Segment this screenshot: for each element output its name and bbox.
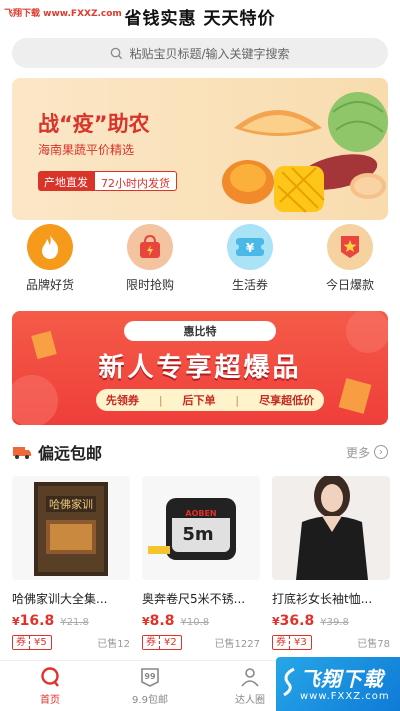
search-placeholder: 粘贴宝贝标题/输入关键字搜索 bbox=[129, 46, 290, 61]
chevron-right-icon: › bbox=[374, 445, 388, 459]
coupon-icon: ¥ bbox=[227, 224, 273, 270]
watermark-swirl-icon bbox=[283, 667, 295, 697]
banner-headline: 新人专享超爆品 bbox=[98, 353, 302, 383]
truck-icon bbox=[13, 447, 31, 459]
more-label: 更多 bbox=[345, 445, 370, 460]
watermark-logo: 飞翔下载 www.FXXZ.com bbox=[276, 657, 400, 711]
brand-logo-text: 惠比特 bbox=[183, 325, 217, 338]
product-meta: 券 ¥5 已售12 bbox=[12, 635, 130, 650]
nav-item-home[interactable]: 首页 bbox=[15, 661, 85, 711]
nav-item-nine-nine[interactable]: 99 9.9包邮 bbox=[115, 661, 185, 711]
svg-text:¥: ¥ bbox=[246, 241, 255, 255]
banner-step: 先领券 bbox=[105, 394, 139, 407]
coupon-badge: 券 ¥3 bbox=[272, 635, 312, 650]
banner-tag-right: 72小时内发货 bbox=[94, 171, 177, 191]
product-name: 打底衫女长袖t恤... bbox=[272, 592, 373, 606]
ninenine-icon: 99 bbox=[141, 668, 159, 687]
nav-item-influencers[interactable]: 达人圈 bbox=[215, 661, 285, 711]
bag-icon bbox=[127, 224, 173, 270]
banner-tag: 产地直发 72小时内发货 bbox=[38, 171, 177, 191]
sold-count: 已售78 bbox=[357, 639, 390, 650]
section-title: 偏远包邮 bbox=[38, 444, 103, 463]
banner-logo: 惠比特 bbox=[124, 321, 276, 341]
coupon-badge: 券 ¥5 bbox=[12, 635, 52, 650]
app-screen: 飞翔下载 www.FXXZ.com 省钱实惠 天天特价 粘贴宝贝标题/输入关键字… bbox=[0, 0, 400, 711]
quick-item-label: 品牌好货 bbox=[25, 278, 74, 292]
quick-item-label: 生活券 bbox=[231, 278, 268, 292]
banner-step: 尽享超低价 bbox=[259, 394, 315, 407]
step-separator: | bbox=[158, 393, 163, 407]
quick-item-hot[interactable]: 今日爆款 bbox=[310, 224, 390, 298]
banner-title: 战“疫”助农 bbox=[38, 112, 150, 136]
product-image-book: 哈佛家训 bbox=[12, 476, 130, 580]
product-prices: ¥8.8 ¥10.8 bbox=[142, 613, 260, 629]
search-bar[interactable]: 粘贴宝贝标题/输入关键字搜索 bbox=[12, 38, 388, 68]
flame-icon bbox=[27, 224, 73, 270]
product-meta: 券 ¥2 已售1227 bbox=[142, 635, 260, 650]
quick-item-coupons[interactable]: ¥ 生活券 bbox=[210, 224, 290, 298]
banner-subtitle: 海南果蔬平价精选 bbox=[38, 143, 135, 157]
section-header: 偏远包邮 更多 › bbox=[12, 440, 388, 464]
coupon-badge: 券 ¥2 bbox=[142, 635, 182, 650]
product-name: 哈佛家训大全集... bbox=[12, 592, 108, 606]
quick-entry-row: 品牌好货 限时抢购 ¥ 生活券 今日爆款 bbox=[0, 224, 400, 298]
product-original-price: ¥21.8 bbox=[60, 617, 89, 628]
quick-item-label: 今日爆款 bbox=[325, 278, 374, 292]
banner-tag-left: 产地直发 bbox=[38, 171, 94, 191]
search-icon bbox=[111, 47, 123, 59]
product-original-price: ¥10.8 bbox=[180, 617, 210, 628]
nav-label: 首页 bbox=[40, 695, 60, 706]
more-link[interactable]: 更多 › bbox=[346, 444, 388, 461]
banner-step: 后下单 bbox=[182, 394, 216, 407]
sold-count: 已售1227 bbox=[214, 639, 260, 650]
nav-label: 达人圈 bbox=[235, 695, 265, 706]
product-original-price: ¥39.8 bbox=[320, 617, 349, 628]
product-meta: 券 ¥3 已售78 bbox=[272, 635, 390, 650]
svg-text:99: 99 bbox=[144, 672, 156, 681]
promo-banner-agri[interactable]: 战“疫”助农 海南果蔬平价精选 产地直发 72小时内发货 bbox=[12, 78, 388, 220]
product-prices: ¥16.8 ¥21.8 bbox=[12, 613, 130, 629]
quick-item-label: 限时抢购 bbox=[125, 278, 174, 292]
product-prices: ¥36.8 ¥39.8 bbox=[272, 613, 390, 629]
product-list: 哈佛家训 哈佛家训大全集... ¥16.8 ¥21.8 券 ¥5 已售12 AO… bbox=[0, 476, 400, 658]
sold-count: 已售12 bbox=[97, 639, 130, 650]
fruit-illustration bbox=[222, 92, 388, 213]
star-badge-icon bbox=[327, 224, 373, 270]
promo-banner-newuser[interactable]: 惠比特 新人专享超爆品 先领券 | 后下单 | 尽享超低价 bbox=[12, 311, 388, 425]
page-title: 省钱实惠 天天特价 bbox=[124, 9, 276, 29]
quick-item-flash-sale[interactable]: 限时抢购 bbox=[110, 224, 190, 298]
step-separator: | bbox=[235, 393, 240, 407]
product-name: 奥奔卷尺5米不锈... bbox=[142, 592, 246, 606]
product-price: ¥36.8 bbox=[272, 613, 315, 629]
quick-item-brand[interactable]: 品牌好货 bbox=[10, 224, 90, 298]
people-icon bbox=[241, 668, 259, 687]
home-icon bbox=[41, 667, 59, 687]
product-price: ¥16.8 bbox=[12, 613, 55, 629]
product-card[interactable]: 打底衫女长袖t恤... ¥36.8 ¥39.8 券 ¥3 已售78 bbox=[272, 476, 390, 658]
product-card[interactable]: AOBEN 5m 奥奔卷尺5米不锈... ¥8.8 ¥10.8 券 ¥2 已售1… bbox=[142, 476, 260, 658]
svg-text:AOBEN: AOBEN bbox=[185, 509, 216, 518]
banner-steps: 先领券 | 后下单 | 尽享超低价 bbox=[96, 389, 324, 411]
product-image-blouse bbox=[272, 476, 390, 580]
svg-text:哈佛家训: 哈佛家训 bbox=[49, 497, 93, 511]
product-price: ¥8.8 bbox=[142, 613, 175, 629]
product-image-tape-measure: AOBEN 5m bbox=[142, 476, 260, 580]
nav-label: 9.9包邮 bbox=[132, 695, 168, 706]
product-card[interactable]: 哈佛家训 哈佛家训大全集... ¥16.8 ¥21.8 券 ¥5 已售12 bbox=[12, 476, 130, 658]
svg-text:5m: 5m bbox=[182, 524, 213, 545]
